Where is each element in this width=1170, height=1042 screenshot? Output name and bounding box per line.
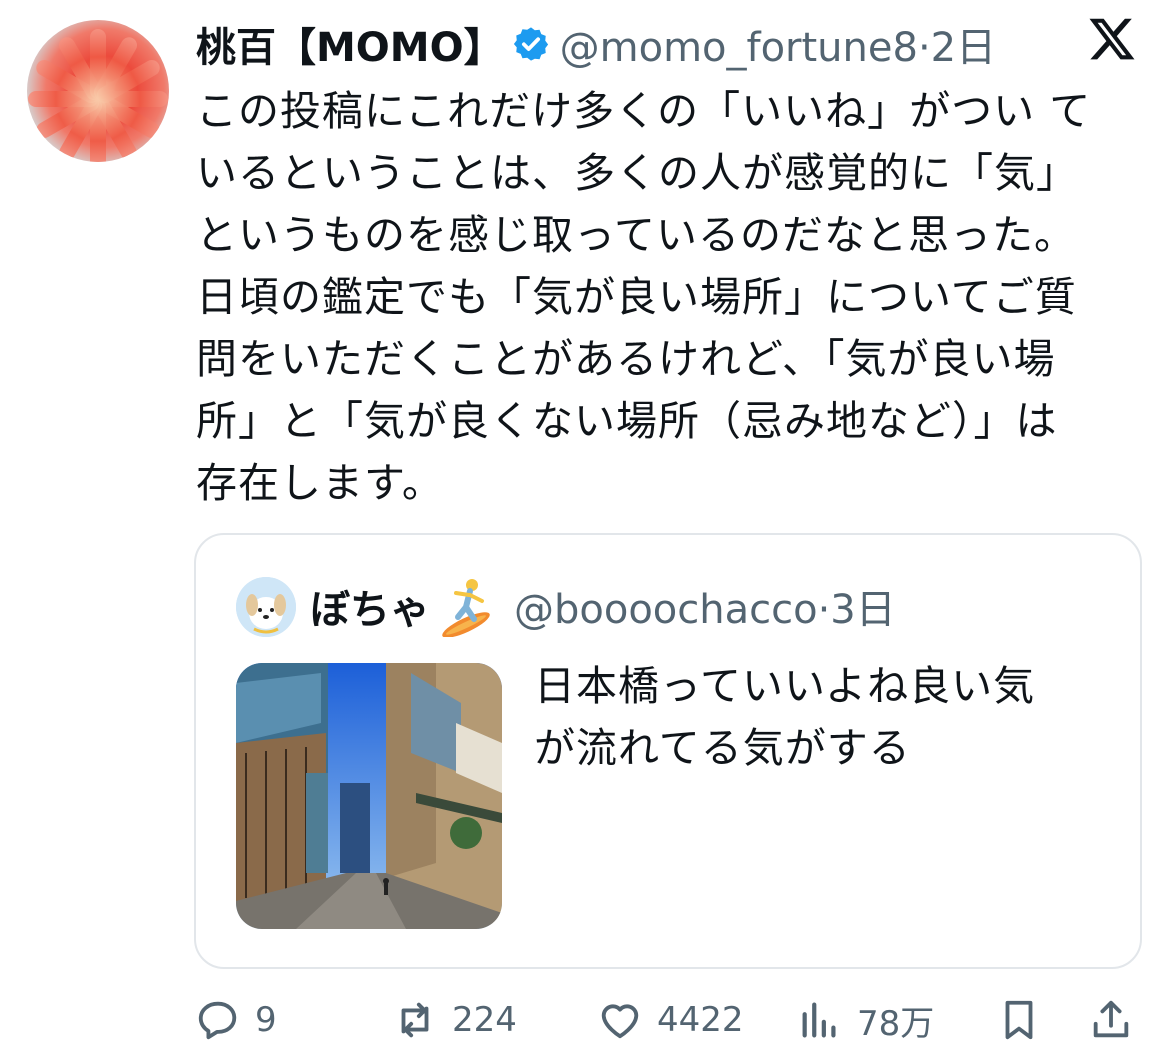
tweet-text: この投稿にこれだけ多くの「いいね」がつい て いるということは、多くの人が感覚的… — [196, 80, 1146, 514]
surfer-emoji-icon — [442, 579, 490, 637]
handle-timestamp[interactable]: @momo_fortune8·2日 — [560, 15, 996, 73]
action-bar: 9 224 4422 78万 — [0, 990, 1170, 1042]
tweet-text-line: 日頃の鑑定でも「気が良い場所」についてご質 — [196, 273, 1077, 321]
reply-count: 9 — [255, 1000, 277, 1040]
bookmark-button[interactable] — [996, 990, 1042, 1042]
share-button[interactable] — [1088, 990, 1134, 1042]
tweet-text-line: 問をいただくことがあるけれど、「気が良い場 — [196, 335, 1056, 383]
tweet-text-line: というものを感じ取っているのだなと思った。 — [196, 211, 1076, 259]
views-button[interactable]: 78万 — [797, 990, 934, 1042]
reply-icon — [198, 1001, 237, 1040]
verified-badge-icon — [513, 27, 548, 61]
heart-icon — [601, 1004, 639, 1039]
quoted-avatar[interactable] — [236, 577, 296, 637]
quoted-handle-timestamp[interactable]: @boooochacco·3日 — [514, 577, 896, 635]
tweet-text-line: この投稿にこれだけ多くの「いいね」がつい て — [196, 87, 1092, 135]
quoted-text-line: が流れてる気がする — [534, 724, 911, 772]
views-count: 78万 — [857, 1003, 935, 1042]
bookmark-icon — [1005, 1000, 1033, 1040]
x-logo-icon[interactable] — [1085, 14, 1139, 64]
quoted-text-line: 日本橋っていいよね良い気 — [534, 662, 1036, 710]
quoted-header: ぼちゃ @boooochacco·3日 — [310, 573, 896, 639]
quoted-text: 日本橋っていいよね良い気 が流れてる気がする — [534, 655, 1114, 779]
tweet-text-line: 存在します。 — [196, 459, 444, 507]
reply-button[interactable]: 9 — [195, 990, 277, 1042]
like-count: 4422 — [657, 1000, 744, 1040]
repost-count: 224 — [452, 1000, 517, 1040]
repost-icon — [401, 1002, 429, 1038]
repost-button[interactable]: 224 — [392, 990, 517, 1042]
display-name[interactable]: 桃百【MOMO】 — [196, 15, 504, 73]
quoted-photo[interactable] — [236, 663, 502, 929]
views-chart-icon — [802, 1002, 836, 1038]
share-icon — [1093, 1000, 1129, 1038]
tweet-text-line: 所」と「気が良くない場所（忌み地など）」は — [196, 397, 1058, 445]
tweet-text-line: いるということは、多くの人が感覚的に「気」 — [196, 149, 1078, 197]
quoted-display-name[interactable]: ぼちゃ — [310, 577, 430, 635]
quoted-tweet-card[interactable]: ぼちゃ @boooochacco·3日 日本橋っていいよね良い気 が流れてる気が… — [194, 533, 1142, 969]
avatar[interactable] — [27, 20, 169, 162]
tweet-header: 桃百【MOMO】 @momo_fortune8·2日 — [196, 14, 1076, 74]
like-button[interactable]: 4422 — [597, 990, 744, 1042]
